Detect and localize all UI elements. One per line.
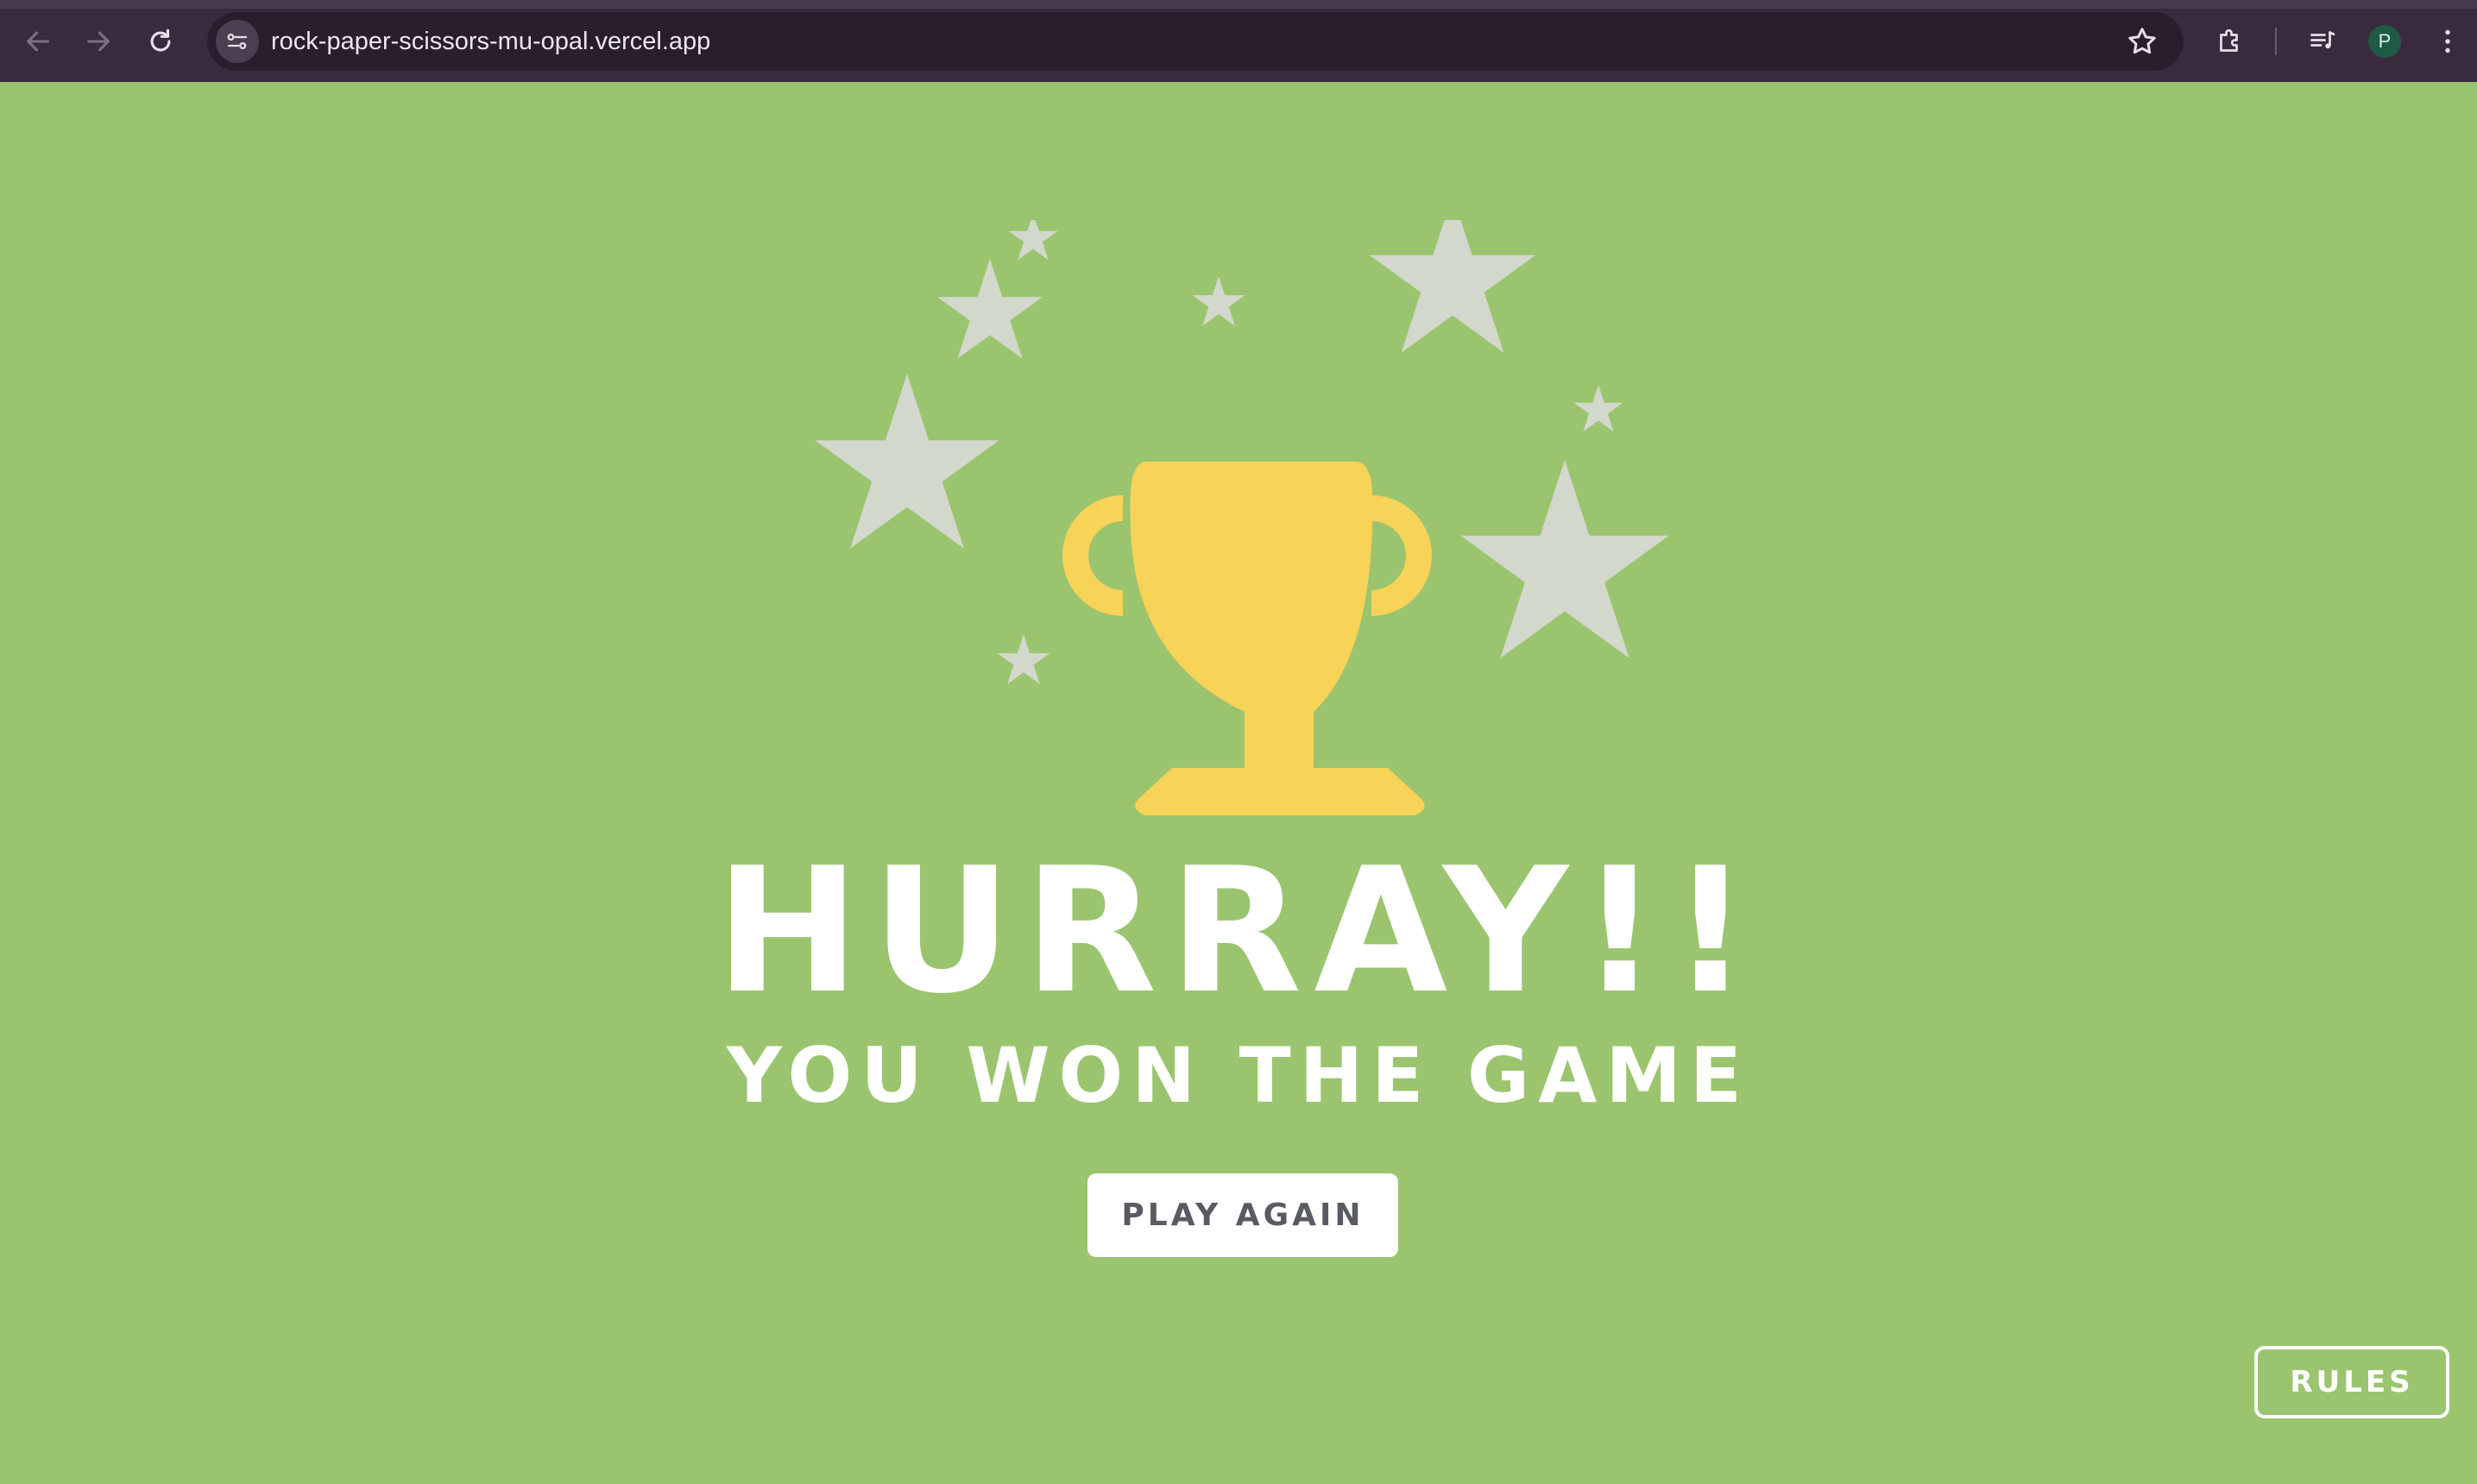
reload-icon [150, 28, 171, 52]
rules-button[interactable]: RULES [2254, 1346, 2449, 1418]
star-icon [815, 374, 999, 549]
star-icon [1369, 220, 1536, 353]
forward-arrow-icon [87, 31, 110, 52]
back-arrow-icon [27, 31, 49, 52]
star-icon [1008, 220, 1058, 261]
reload-button[interactable] [138, 19, 183, 64]
star-icon [1460, 460, 1669, 658]
bookmark-star-icon[interactable] [2125, 24, 2159, 59]
more-menu-button[interactable] [2427, 21, 2468, 62]
star-icon [937, 259, 1043, 359]
forward-button[interactable] [76, 19, 121, 64]
star-icon [1573, 385, 1623, 432]
more-menu-icon [2445, 29, 2450, 53]
site-info-button[interactable] [216, 20, 259, 63]
win-headline: HURRAY!! [715, 831, 1762, 1032]
game-result-screen: HURRAY!! YOU WON THE GAME PLAY AGAIN RUL… [0, 82, 2477, 1484]
celebration-illustration [815, 220, 1669, 815]
address-bar[interactable]: rock-paper-scissors-mu-opal.vercel.app [207, 12, 2184, 71]
win-subheading: YOU WON THE GAME [726, 1031, 1751, 1120]
star-icon [1192, 276, 1245, 326]
site-info-icon [227, 33, 248, 49]
tab-strip [0, 0, 2477, 9]
toolbar-divider [2275, 28, 2277, 55]
url-text[interactable]: rock-paper-scissors-mu-opal.vercel.app [271, 28, 710, 56]
trophy-icon [1062, 462, 1432, 815]
back-button[interactable] [16, 19, 60, 64]
media-controls-button[interactable] [2303, 21, 2344, 62]
play-again-button[interactable]: PLAY AGAIN [1087, 1173, 1398, 1257]
browser-toolbar: rock-paper-scissors-mu-opal.vercel.app P [0, 0, 2477, 82]
extensions-button[interactable] [2209, 21, 2251, 62]
profile-avatar[interactable]: P [2368, 25, 2401, 58]
star-icon [997, 634, 1050, 684]
extensions-icon [2220, 28, 2238, 52]
media-controls-icon [2310, 31, 2335, 49]
